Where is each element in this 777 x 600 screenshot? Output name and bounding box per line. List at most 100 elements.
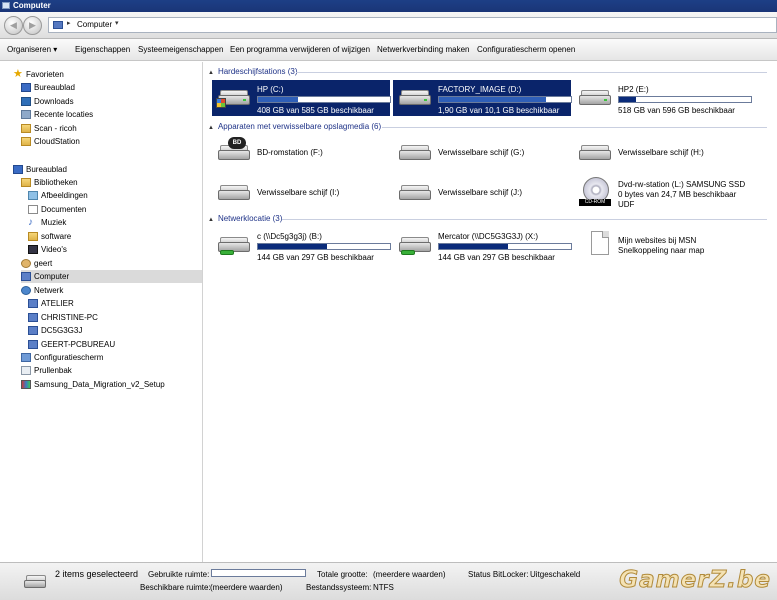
sidebar-label: Netwerk <box>34 286 64 295</box>
group-divider <box>282 219 767 220</box>
sidebar-item-libraries[interactable]: Bibliotheken <box>21 176 78 189</box>
sidebar-label: Afbeeldingen <box>41 191 88 200</box>
collapse-triangle-icon[interactable]: ▲ <box>208 125 214 131</box>
filesystem-value: NTFS <box>373 583 394 592</box>
group-header-removable[interactable]: ▲ Apparaten met verwisselbare opslagmedia… <box>208 122 381 133</box>
details-pane: 2 items geselecteerd Gebruikte ruimte: T… <box>0 562 777 600</box>
recent-places-icon <box>21 110 31 119</box>
drive-free-space: 0 bytes van 24,7 MB beschikbaar <box>618 190 737 199</box>
sidebar-label: Video's <box>41 245 67 254</box>
sidebar-item-desktop-fav[interactable]: Bureaublad <box>21 81 75 94</box>
shortcut-tile-msn[interactable]: Mijn websites bij MSN Snelkoppeling naar… <box>573 227 751 263</box>
drive-name: BD-romstation (F:) <box>257 148 323 157</box>
network-cable-icon <box>220 250 234 255</box>
sidebar-label: CHRISTINE-PC <box>41 313 98 322</box>
sidebar-item-atelier[interactable]: ATELIER <box>28 297 74 310</box>
drive-tile-e[interactable]: HP2 (E:) 518 GB van 596 GB beschikbaar <box>573 80 752 116</box>
drive-tile-g[interactable]: Verwisselbare schijf (G:) <box>393 135 571 171</box>
sidebar-item-recent-places[interactable]: Recente locaties <box>21 108 93 121</box>
folder-icon <box>28 232 38 241</box>
network-drive-tile-x[interactable]: Mercator (\\DC5G3G3J) (X:) 144 GB van 29… <box>393 227 572 263</box>
network-drive-tile-b[interactable]: c (\\Dc5g3g3j) (B:) 144 GB van 297 GB be… <box>212 227 391 263</box>
sidebar-item-network[interactable]: Netwerk <box>21 284 63 297</box>
properties-button[interactable]: Eigenschappen <box>75 45 130 54</box>
sidebar-item-favorites[interactable]: ★ Favorieten <box>13 68 64 81</box>
group-divider <box>296 72 767 73</box>
sidebar-label: Bibliotheken <box>34 178 78 187</box>
drive-usage-fill <box>619 97 636 102</box>
group-header-hdd[interactable]: ▲ Hardeschijfstations (3) <box>208 67 298 78</box>
sidebar-item-samsung-setup[interactable]: Samsung_Data_Migration_v2_Setup <box>21 378 165 391</box>
sidebar-item-geert-pcbureau[interactable]: GEERT-PCBUREAU <box>28 338 115 351</box>
drive-tile-c[interactable]: HP (C:) 408 GB van 585 GB beschikbaar <box>212 80 391 116</box>
sidebar-item-desktop[interactable]: Bureaublad <box>13 163 67 176</box>
drive-tile-d[interactable]: FACTORY_IMAGE (D:) 1,90 GB van 10,1 GB b… <box>393 80 572 116</box>
sidebar-item-cloudstation[interactable]: CloudStation <box>21 135 80 148</box>
libraries-icon <box>21 178 31 187</box>
hard-drive-icon <box>579 90 613 108</box>
sidebar-label: DC5G3G3J <box>41 326 83 335</box>
sidebar-item-music[interactable]: ♪ Muziek <box>28 216 66 229</box>
chevron-down-icon[interactable]: ▾ <box>115 19 119 27</box>
used-space-label: Gebruikte ruimte: <box>148 570 210 579</box>
drive-tile-bd-rom[interactable]: BD BD-romstation (F:) <box>212 135 390 171</box>
removable-drive-icon <box>399 145 433 163</box>
sidebar-item-scan-ricoh[interactable]: Scan - ricoh <box>21 122 77 135</box>
drive-free-space: 518 GB van 596 GB beschikbaar <box>618 106 735 115</box>
sidebar-item-christine-pc[interactable]: CHRISTINE-PC <box>28 311 98 324</box>
sidebar-item-user[interactable]: geert <box>21 257 52 270</box>
bd-rom-drive-icon: BD <box>218 137 252 163</box>
sidebar-label: ATELIER <box>41 299 74 308</box>
sidebar-item-recycle-bin[interactable]: Prullenbak <box>21 364 72 377</box>
sidebar-item-videos[interactable]: Video's <box>28 243 67 256</box>
drive-name: FACTORY_IMAGE (D:) <box>438 85 522 94</box>
sidebar-label: software <box>41 232 72 241</box>
uninstall-program-button[interactable]: Een programma verwijderen of wijzigen <box>230 45 370 54</box>
hard-drive-icon <box>216 90 252 108</box>
map-network-drive-button[interactable]: Netwerkverbinding maken <box>377 45 470 54</box>
collapse-triangle-icon[interactable]: ▲ <box>208 70 214 76</box>
desktop-icon <box>13 165 23 174</box>
drive-usage-bar <box>257 96 391 103</box>
removable-drive-icon <box>399 185 433 203</box>
group-title: Netwerklocatie (3) <box>217 214 283 223</box>
drive-tile-j[interactable]: Verwisselbare schijf (J:) <box>393 175 571 211</box>
group-title: Hardeschijfstations (3) <box>217 67 298 76</box>
command-toolbar: Organiseren ▾ Eigenschappen Systeemeigen… <box>0 39 777 61</box>
system-properties-button[interactable]: Systeemeigenschappen <box>138 45 223 54</box>
sidebar-item-dc5g3g3j[interactable]: DC5G3G3J <box>28 324 82 337</box>
sidebar-item-downloads[interactable]: Downloads <box>21 95 74 108</box>
sidebar-item-control-panel[interactable]: Configuratiescherm <box>21 351 103 364</box>
collapse-triangle-icon[interactable]: ▲ <box>208 217 214 223</box>
drive-name: Verwisselbare schijf (H:) <box>618 148 704 157</box>
address-bar[interactable]: ▸ Computer ▾ <box>48 17 777 33</box>
drive-free-space: 144 GB van 297 GB beschikbaar <box>257 253 374 262</box>
drive-tile-h[interactable]: Verwisselbare schijf (H:) <box>573 135 751 171</box>
sidebar-item-documents[interactable]: Documenten <box>28 203 86 216</box>
forward-button[interactable]: ▶ <box>23 16 42 35</box>
pictures-icon <box>28 191 38 200</box>
sidebar-item-software[interactable]: software <box>28 230 71 243</box>
removable-drive-icon <box>579 145 613 163</box>
drive-tile-i[interactable]: Verwisselbare schijf (I:) <box>212 175 390 211</box>
group-header-network[interactable]: ▲ Netwerklocatie (3) <box>208 214 282 225</box>
shortcut-document-icon <box>579 231 613 255</box>
sidebar-item-pictures[interactable]: Afbeeldingen <box>28 189 88 202</box>
removable-drive-icon <box>218 185 252 203</box>
shortcut-type: Snelkoppeling naar map <box>618 246 705 255</box>
back-button[interactable]: ◀ <box>4 16 23 35</box>
free-space-label: Beschikbare ruimte: <box>140 583 211 592</box>
breadcrumb-computer[interactable]: Computer <box>77 20 112 29</box>
sidebar-item-computer[interactable]: Computer <box>21 270 202 283</box>
free-space-value: (meerdere waarden) <box>210 583 283 592</box>
cd-rom-disc-icon: CD-ROM <box>579 177 613 206</box>
drive-usage-fill <box>258 244 327 249</box>
open-control-panel-button[interactable]: Configuratiescherm openen <box>477 45 575 54</box>
drive-name: Verwisselbare schijf (J:) <box>438 188 523 197</box>
organize-button[interactable]: Organiseren ▾ <box>7 45 57 54</box>
hard-drive-icon <box>399 90 433 108</box>
chevron-right-icon[interactable]: ▸ <box>67 19 71 27</box>
navigation-pane: ★ Favorieten Bureaublad Downloads Recente… <box>0 62 203 562</box>
drive-tile-dvd-rw[interactable]: CD-ROM Dvd-rw-station (L:) SAMSUNG SSD 0… <box>573 175 751 211</box>
drive-name: HP2 (E:) <box>618 85 649 94</box>
